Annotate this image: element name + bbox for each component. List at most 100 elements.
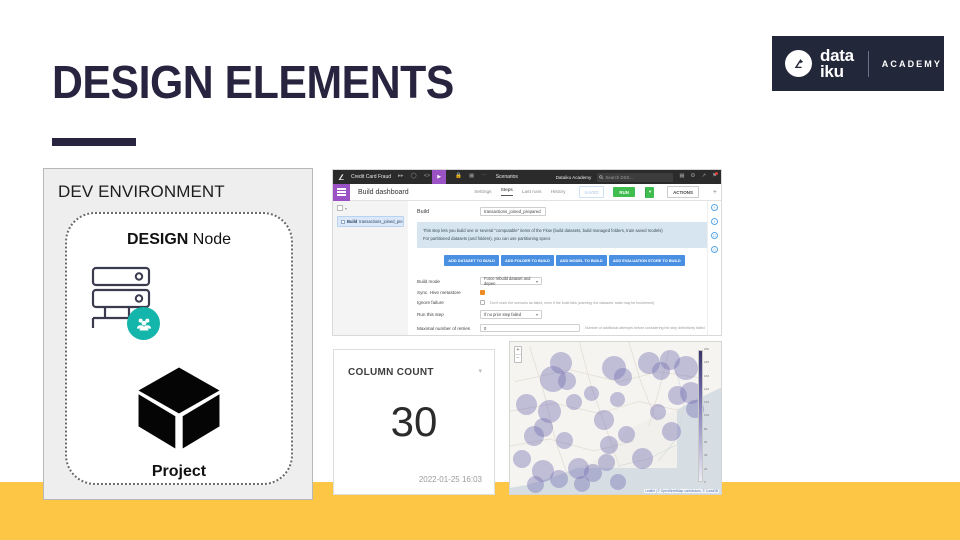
- map-bubble: [662, 422, 681, 441]
- tab-steps[interactable]: Steps: [500, 188, 513, 196]
- build-mode-select[interactable]: Force rebuild dataset and depen ▾: [480, 276, 542, 287]
- map-card[interactable]: + − 200 180 160 140 120 100 80 60 40 20 …: [509, 341, 722, 495]
- map-bubble: [550, 352, 572, 374]
- run-this-step-value: If no prior step failed: [484, 312, 522, 318]
- design-node-container: DESIGN Node Project: [65, 212, 293, 485]
- max-retries-hint: Number of additional attempts before con…: [585, 326, 705, 331]
- max-retries-row: Maximal number of retries 0 Number of ad…: [417, 323, 712, 333]
- select-all-checkbox[interactable]: [337, 205, 343, 211]
- run-this-step-row: Run this step If no prior step failed ▾: [417, 310, 712, 319]
- add-evaluation-store-to-build-button[interactable]: ADD EVALUATION STORE TO BUILD: [608, 254, 685, 266]
- map-attribution[interactable]: Leaflet | © OpenStreetMap contributors, …: [644, 489, 719, 493]
- map-bubble: [618, 426, 635, 443]
- build-mode-value: Force rebuild dataset and depen: [484, 276, 531, 287]
- lock-icon[interactable]: 🔒: [455, 174, 462, 180]
- add-folder-to-build-button[interactable]: ADD FOLDER TO BUILD: [500, 254, 554, 266]
- info-circle-icon[interactable]: i: [711, 218, 718, 225]
- saved-button[interactable]: SAVED: [578, 186, 605, 198]
- step-detail-panel: Build transactions_joined_prepared This …: [408, 201, 721, 335]
- code-icon[interactable]: <>: [424, 174, 430, 180]
- sidebar-step-item[interactable]: Build transactions_joined_prepared …: [337, 216, 404, 227]
- add-model-to-build-button[interactable]: ADD MODEL TO BUILD: [555, 254, 607, 266]
- title-underline-rule: [52, 138, 136, 146]
- info-circle-icon[interactable]: +: [711, 204, 718, 211]
- map-bubble: [550, 470, 568, 488]
- dss-scenario-header: Build dashboard Settings Steps Last runs…: [333, 183, 721, 201]
- ignore-failure-label: Ignore failure: [417, 300, 444, 306]
- info-circle-icon[interactable]: ☐: [711, 232, 718, 239]
- info-box: This step lets you build one or several …: [417, 222, 712, 248]
- map-bubble: [594, 410, 614, 430]
- legend-tick: 160: [704, 373, 710, 378]
- play-icon[interactable]: ▶: [432, 170, 447, 184]
- step-settings-form: Build mode Force rebuild dataset and dep…: [417, 276, 712, 333]
- column-count-timestamp: 2022-01-25 16:03: [418, 475, 482, 484]
- clock-icon[interactable]: ◯: [411, 174, 417, 180]
- dss-section-label[interactable]: Scenarios: [496, 174, 518, 180]
- map-bubble: [566, 394, 582, 410]
- map-bubble: [513, 450, 531, 468]
- logo-word-line2: iku: [820, 61, 844, 81]
- flow-icon[interactable]: ▸▸: [398, 174, 404, 180]
- chevron-down-icon[interactable]: ▾: [345, 206, 347, 211]
- info-circle-icon[interactable]: ◇: [711, 246, 718, 253]
- activity-icon[interactable]: ↗: [701, 174, 706, 180]
- zoom-in-button[interactable]: +: [515, 347, 521, 354]
- dss-project-name[interactable]: Credit Card Fraud: [351, 174, 391, 180]
- step-checkbox[interactable]: [341, 219, 345, 224]
- legend-tick: 80: [704, 426, 708, 431]
- build-row: Build transactions_joined_prepared: [417, 207, 712, 216]
- build-mode-row: Build mode Force rebuild dataset and dep…: [417, 276, 712, 287]
- people-group-icon: [127, 307, 160, 340]
- map-bubble: [558, 372, 576, 390]
- sync-hive-metastore-checkbox[interactable]: [480, 290, 485, 296]
- build-label: Build: [417, 208, 429, 215]
- tab-settings[interactable]: Settings: [474, 190, 491, 195]
- build-dataset-input[interactable]: transactions_joined_prepared: [480, 207, 546, 216]
- search-input[interactable]: Search DSS...: [597, 172, 674, 182]
- max-retries-label: Maximal number of retries: [417, 325, 471, 331]
- column-count-card: COLUMN COUNT ▾ 30 2022-01-25 16:03: [333, 349, 495, 495]
- scenario-tabs: Settings Steps Last runs History SAVED R…: [474, 186, 721, 198]
- apps-icon[interactable]: ▦: [679, 174, 684, 180]
- scenario-title: Build dashboard: [358, 188, 409, 196]
- legend-tick: 0: [704, 479, 706, 484]
- map-bubble: [527, 476, 544, 493]
- run-dropdown-caret-icon[interactable]: ▾: [644, 186, 655, 198]
- tab-history[interactable]: History: [551, 190, 566, 195]
- search-icon: [599, 174, 604, 179]
- dataiku-logo-icon[interactable]: [337, 172, 346, 182]
- zoom-out-button[interactable]: −: [515, 354, 521, 362]
- notifications-icon[interactable]: ⚑: [712, 174, 717, 180]
- run-button[interactable]: RUN: [613, 187, 635, 197]
- grid-icon[interactable]: ▦: [469, 174, 474, 180]
- actions-button[interactable]: ACTIONS: [667, 186, 699, 198]
- ellipsis-icon[interactable]: ⋯: [481, 174, 487, 180]
- hamburger-menu-icon[interactable]: [333, 183, 350, 201]
- map-bubble: [632, 448, 653, 469]
- run-this-step-select[interactable]: If no prior step failed ▾: [480, 310, 542, 319]
- run-this-step-label: Run this step: [417, 312, 444, 318]
- ignore-failure-hint: Don't mark the scenario as failed, even …: [490, 300, 655, 305]
- dss-topbar-right: Dataiku Academy Search DSS... ▦ ⚙ ↗ ⚑: [556, 172, 721, 182]
- add-dataset-to-build-button[interactable]: ADD DATASET TO BUILD: [444, 254, 499, 266]
- map-legend: 200 180 160 140 120 100 80 60 40 20 0: [697, 348, 719, 488]
- dss-account-label[interactable]: Dataiku Academy: [556, 175, 592, 180]
- tab-last-runs[interactable]: Last runs: [522, 190, 542, 195]
- legend-tick: 100: [704, 413, 710, 418]
- max-retries-input[interactable]: 0: [480, 323, 580, 333]
- sync-hive-metastore-row: Sync. Hive metastore: [417, 290, 712, 296]
- chevron-down-icon[interactable]: ▾: [478, 367, 482, 375]
- help-icon[interactable]: ⚙: [691, 174, 696, 180]
- dss-top-navbar: Credit Card Fraud ▸▸ ◯ <> ▶ 🔒 ▦ ⋯ Scenar…: [333, 170, 721, 184]
- map-zoom-controls[interactable]: + −: [514, 346, 522, 363]
- legend-tick: 140: [704, 386, 710, 391]
- plus-icon[interactable]: +: [713, 189, 717, 196]
- column-count-value: 30: [390, 398, 438, 445]
- logo-academy-label: ACADEMY: [881, 58, 942, 69]
- project-label: Project: [151, 463, 207, 480]
- dss-body: ▾ Build transactions_joined_prepared … B…: [333, 201, 721, 335]
- build-mode-label: Build mode: [417, 278, 440, 284]
- map-bubble: [556, 432, 573, 449]
- ignore-failure-checkbox[interactable]: [480, 300, 485, 306]
